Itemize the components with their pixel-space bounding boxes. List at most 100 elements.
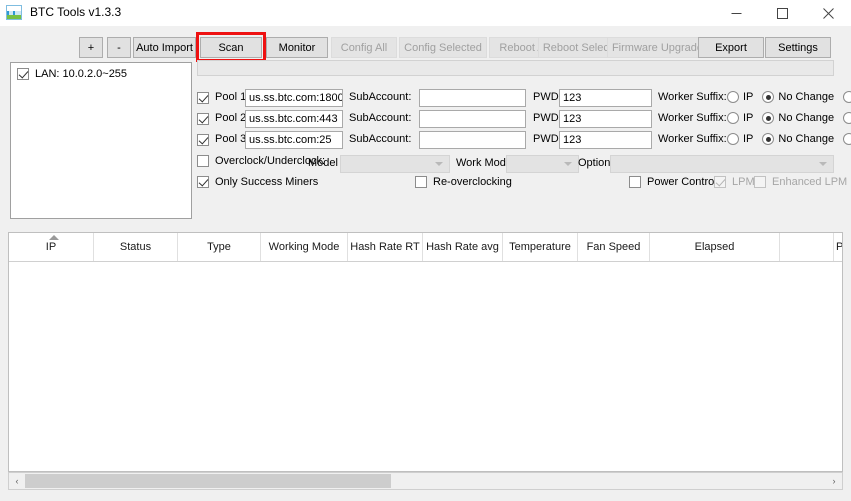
scrollbar-thumb[interactable] (25, 474, 391, 488)
pool-1-pwd-label: PWD: (533, 91, 562, 103)
option-label: Option (578, 157, 611, 169)
column-header-type[interactable]: Type (178, 233, 261, 261)
re-overclocking-label: Re-overclocking (433, 176, 512, 188)
column-header-partial[interactable]: P (834, 233, 842, 261)
pool-3-worker-suffix-label: Worker Suffix: (658, 133, 727, 145)
column-header-hash-rate-avg[interactable]: Hash Rate avg (423, 233, 503, 261)
pool-2-suffix-ip[interactable]: IP (727, 112, 753, 124)
column-header-status[interactable]: Status (94, 233, 178, 261)
pool-2-subaccount-input[interactable] (419, 110, 526, 128)
pool-3-suffix-no-change[interactable]: No Change (762, 133, 834, 145)
pool-3-suffix-ip[interactable]: IP (727, 133, 753, 145)
close-icon (823, 7, 834, 19)
column-header-working-mode[interactable]: Working Mode (261, 233, 348, 261)
config-selected-button[interactable]: Config Selected (399, 37, 487, 58)
pool-row: Pool 2: us.ss.btc.com:443 SubAccount: PW… (197, 110, 851, 128)
pool-2-suffix-no-change[interactable]: No Change (762, 112, 834, 124)
close-button[interactable] (806, 0, 851, 26)
only-success-miners-checkbox[interactable] (197, 176, 209, 188)
pool-3-subaccount-input[interactable] (419, 131, 526, 149)
pool-1-pwd-input[interactable]: 123 (559, 89, 652, 107)
pool-3-checkbox[interactable] (197, 134, 209, 146)
chevron-down-icon (564, 162, 572, 166)
power-control-control[interactable]: Power Control: (629, 176, 720, 188)
btc-tools-window: BTC Tools v1.3.3 IP Ranges: + - Auto Imp… (0, 0, 851, 501)
pool-2-address-input[interactable]: us.ss.btc.com:443 (245, 110, 343, 128)
pool-1-worker-suffix-label: Worker Suffix: (658, 91, 727, 103)
pool-2-checkbox[interactable] (197, 113, 209, 125)
lpm-control[interactable]: LPM (714, 176, 755, 188)
power-control-checkbox[interactable] (629, 176, 641, 188)
minimize-button[interactable] (714, 0, 759, 26)
scrollbar-track[interactable] (25, 473, 826, 489)
scroll-right-arrow-icon[interactable]: › (826, 473, 842, 489)
pool-1-checkbox[interactable] (197, 92, 209, 104)
pool-2-suffix-empty[interactable]: Empty (843, 112, 851, 124)
add-range-button[interactable]: + (79, 37, 103, 58)
re-overclocking-control[interactable]: Re-overclocking (415, 176, 512, 188)
pool-2-pwd-input[interactable]: 123 (559, 110, 652, 128)
re-overclocking-checkbox[interactable] (415, 176, 427, 188)
pool-1-subaccount-input[interactable] (419, 89, 526, 107)
lpm-label: LPM (732, 176, 755, 188)
column-header-fan-speed[interactable]: Fan Speed (578, 233, 650, 261)
pool-3-pwd-input[interactable]: 123 (559, 131, 652, 149)
overclock-checkbox[interactable] (197, 155, 209, 167)
enhanced-lpm-label: Enhanced LPM (772, 176, 848, 188)
column-header-hash-rate-rt[interactable]: Hash Rate RT (348, 233, 423, 261)
chevron-down-icon (435, 162, 443, 166)
enhanced-lpm-checkbox[interactable] (754, 176, 766, 188)
list-item[interactable]: LAN: 10.0.2.0~255 (17, 68, 127, 80)
monitor-button[interactable]: Monitor (266, 37, 328, 58)
column-header-elapsed[interactable]: Elapsed (650, 233, 780, 261)
settings-button[interactable]: Settings (765, 37, 831, 58)
window-title: BTC Tools v1.3.3 (30, 5, 122, 19)
minimize-icon (731, 12, 742, 14)
app-icon (6, 5, 22, 20)
pool-2-worker-suffix-label: Worker Suffix: (658, 112, 727, 124)
pool-1-subaccount-label: SubAccount: (349, 91, 412, 103)
pool-3-address-input[interactable]: us.ss.btc.com:25 (245, 131, 343, 149)
pool-1-suffix-no-change[interactable]: No Change (762, 91, 834, 103)
export-button[interactable]: Export (698, 37, 764, 58)
power-control-label: Power Control: (647, 176, 720, 188)
config-all-button[interactable]: Config All (331, 37, 397, 58)
pool-3-pwd-label: PWD: (533, 133, 562, 145)
pool-2-subaccount-label: SubAccount: (349, 112, 412, 124)
ip-range-display-field[interactable] (197, 60, 834, 76)
pool-2-pwd-label: PWD: (533, 112, 562, 124)
scroll-left-arrow-icon[interactable]: ‹ (9, 473, 25, 489)
lan-range-list[interactable]: LAN: 10.0.2.0~255 (10, 62, 192, 219)
pool-1-address-input[interactable]: us.ss.btc.com:1800 (245, 89, 343, 107)
column-header-temperature[interactable]: Temperature (503, 233, 578, 261)
pool-2-worker-suffix-group[interactable]: IP No Change Empty (727, 112, 851, 124)
lan-item-label: LAN: 10.0.2.0~255 (35, 68, 128, 80)
column-header-blank[interactable] (780, 233, 834, 261)
auto-import-button[interactable]: Auto Import (133, 37, 196, 58)
model-label: Model (308, 157, 338, 169)
column-header-ip[interactable]: IP (9, 233, 94, 261)
model-dropdown[interactable] (340, 155, 450, 173)
enhanced-lpm-control[interactable]: Enhanced LPM (754, 176, 847, 188)
overclock-control[interactable]: Overclock/Underclock: (197, 155, 325, 167)
horizontal-scrollbar[interactable]: ‹ › (8, 472, 843, 490)
pool-1-suffix-empty[interactable]: Empty (843, 91, 851, 103)
option-dropdown[interactable] (610, 155, 834, 173)
pool-3-worker-suffix-group[interactable]: IP No Change Empty (727, 133, 851, 145)
remove-range-button[interactable]: - (107, 37, 131, 58)
pool-row: Pool 3: us.ss.btc.com:25 SubAccount: PWD… (197, 131, 851, 149)
only-success-miners-control[interactable]: Only Success Miners (197, 176, 318, 188)
lpm-checkbox[interactable] (714, 176, 726, 188)
pool-1-worker-suffix-group[interactable]: IP No Change Empty (727, 91, 851, 103)
pool-1-suffix-ip[interactable]: IP (727, 91, 753, 103)
pool-row: Pool 1: us.ss.btc.com:1800 SubAccount: P… (197, 89, 851, 107)
pool-3-suffix-empty[interactable]: Empty (843, 133, 851, 145)
scan-button[interactable]: Scan (200, 37, 262, 58)
maximize-button[interactable] (760, 0, 805, 26)
lan-item-checkbox[interactable] (17, 68, 29, 80)
table-header-row: IP Status Type Working Mode Hash Rate RT… (9, 233, 842, 262)
firmware-upgrade-button[interactable]: Firmware Upgrade (607, 37, 708, 58)
work-mode-dropdown[interactable] (506, 155, 579, 173)
pool-3-subaccount-label: SubAccount: (349, 133, 412, 145)
maximize-icon (777, 7, 788, 19)
